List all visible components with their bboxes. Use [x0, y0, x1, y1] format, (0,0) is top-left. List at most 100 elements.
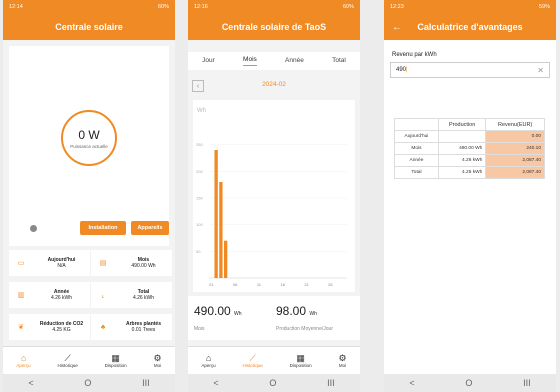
- gear-icon: ⚙: [338, 353, 347, 363]
- home-icon: ⌂: [205, 353, 212, 363]
- y-tick-label: 250: [196, 142, 203, 147]
- benefits-table: Production Revenu(EUR) Aujourd'hui 0.00 …: [394, 118, 545, 179]
- table-header: Production: [437, 118, 487, 131]
- bar-chart: Wh 50 100 150 200 250 01 06 11 16 21 26: [196, 108, 347, 287]
- system-nav: < O III: [188, 374, 360, 392]
- table-row: Mois 490.00 Wh 240.10: [394, 142, 545, 155]
- table-header: Revenu(EUR): [485, 118, 545, 131]
- overview-screen: 12:14 60% Centrale solaire 0 W Puissance…: [3, 0, 175, 392]
- calculator-screen: 12:23 59% ← Calculatrice d'avantages Rev…: [384, 0, 556, 392]
- stat-value: 4.26 kWh: [50, 295, 73, 301]
- table-header-row: Production Revenu(EUR): [394, 118, 545, 131]
- system-nav: < O III: [3, 374, 175, 392]
- chart-bar: [219, 182, 223, 278]
- row-revenue: 0.00: [485, 130, 545, 143]
- stat-value: 4.26 kWh: [132, 295, 155, 301]
- stat-value: N/A: [57, 263, 66, 269]
- status-bar: 12:14 60%: [3, 0, 175, 14]
- total-unit: Wh: [234, 311, 242, 317]
- back-key[interactable]: <: [213, 378, 218, 388]
- x-tick-label: 21: [304, 282, 309, 287]
- recents-key[interactable]: III: [523, 378, 531, 388]
- app-bar: Centrale solaire de TaoS: [188, 14, 360, 40]
- row-production: 4.25 kWh: [437, 166, 487, 179]
- grid-icon: ▦: [111, 353, 120, 363]
- status-bar: 12:23 59%: [384, 0, 556, 14]
- y-tick-label: 100: [196, 222, 203, 227]
- period-tabs: Jour Mois Année Total: [188, 52, 360, 70]
- nav-label: Moi: [338, 363, 347, 368]
- nav-layout[interactable]: ▦ Disposition: [105, 353, 127, 368]
- stat-year: ▥ Année 4.26 kWh: [9, 282, 90, 308]
- revenue-input[interactable]: 490 | ✕: [390, 62, 550, 78]
- nav-layout[interactable]: ▦ Disposition: [290, 353, 312, 368]
- power-gauge: 0 W Puissance actuelle: [61, 110, 117, 166]
- tab-year[interactable]: Année: [285, 57, 304, 66]
- nav-overview[interactable]: ⌂ Aperçu: [201, 353, 215, 368]
- average-value: 98.00: [276, 304, 307, 318]
- status-battery: 60%: [342, 4, 354, 10]
- stat-total: ⌞ Total 4.26 kWh: [91, 282, 172, 308]
- nav-me[interactable]: ⚙ Moi: [339, 353, 347, 368]
- production-chart: Wh 50 100 150 200 250 01 06 11 16 21 26: [193, 100, 355, 292]
- stat-value: 490.00 Wh: [131, 263, 156, 269]
- nav-label: Aperçu: [201, 363, 216, 368]
- bottom-nav: ⌂ Aperçu ⟋ Historique ▦ Disposition ⚙ Moi: [188, 346, 360, 374]
- total-value: 490.00: [194, 304, 231, 318]
- stat-co2: ❦ Réduction de CO2 4.25 KG: [9, 314, 90, 340]
- nav-label: Historique: [57, 363, 78, 368]
- back-key[interactable]: <: [28, 378, 33, 388]
- tab-month[interactable]: Mois: [243, 56, 257, 66]
- tab-total[interactable]: Total: [332, 57, 346, 66]
- tab-day[interactable]: Jour: [202, 57, 215, 66]
- nav-history[interactable]: ⟋ Historique: [58, 353, 78, 368]
- clear-icon[interactable]: ✕: [537, 66, 544, 75]
- back-key[interactable]: <: [409, 378, 414, 388]
- app-bar: ← Calculatrice d'avantages: [384, 14, 556, 40]
- average-value-block: 98.00 Wh: [276, 304, 317, 318]
- status-time: 12:14: [9, 4, 23, 10]
- trend-icon: ⌞: [101, 292, 105, 299]
- nav-overview[interactable]: ⌂ Aperçu: [16, 353, 30, 368]
- y-tick-label: 200: [196, 169, 203, 174]
- total-value-block: 490.00 Wh: [194, 304, 242, 318]
- row-production: 490.00 Wh: [437, 142, 487, 155]
- back-arrow-icon[interactable]: ←: [392, 22, 402, 33]
- nav-history[interactable]: ⟋ Historique: [243, 353, 263, 368]
- y-tick-label: 150: [196, 196, 203, 201]
- chart-bar: [223, 240, 228, 278]
- row-label: Mois: [394, 142, 439, 155]
- devices-button[interactable]: Appareils: [131, 221, 169, 235]
- home-key[interactable]: O: [84, 378, 91, 388]
- period-label: 2024-02: [262, 81, 286, 88]
- status-dot: [30, 225, 37, 232]
- previous-period-button[interactable]: ‹: [192, 80, 204, 92]
- home-key[interactable]: O: [269, 378, 276, 388]
- status-battery: 60%: [157, 4, 169, 10]
- row-label: Aujourd'hui: [394, 130, 439, 143]
- installation-button[interactable]: Installation: [80, 221, 126, 235]
- y-axis-label: Wh: [197, 108, 206, 114]
- row-production: [437, 130, 487, 143]
- nav-label: Historique: [242, 363, 263, 368]
- nav-label: Moi: [153, 363, 162, 368]
- chart-bar: [214, 150, 218, 278]
- recents-key[interactable]: III: [327, 378, 335, 388]
- bottom-nav: ⌂ Aperçu ⟋ Historique ▦ Disposition ⚙ Moi: [3, 346, 175, 374]
- recents-key[interactable]: III: [142, 378, 150, 388]
- power-label: Puissance actuelle: [70, 143, 108, 149]
- page-title: Calculatrice d'avantages: [417, 22, 523, 32]
- stat-value: 0.01 Trees: [131, 327, 156, 333]
- home-key[interactable]: O: [465, 378, 472, 388]
- row-revenue: 2,087.40: [485, 154, 545, 167]
- nav-label: Disposition: [289, 363, 312, 368]
- grid-icon: ▦: [296, 353, 305, 363]
- home-icon: ⌂: [20, 353, 27, 363]
- app-bar: Centrale solaire: [3, 14, 175, 40]
- power-value: 0 W: [78, 127, 100, 142]
- nav-me[interactable]: ⚙ Moi: [154, 353, 162, 368]
- status-time: 12:16: [194, 4, 208, 10]
- revenue-input-value: 490: [396, 67, 407, 73]
- leaf-icon: ❦: [18, 324, 24, 331]
- calendar-icon: ▭: [17, 260, 25, 267]
